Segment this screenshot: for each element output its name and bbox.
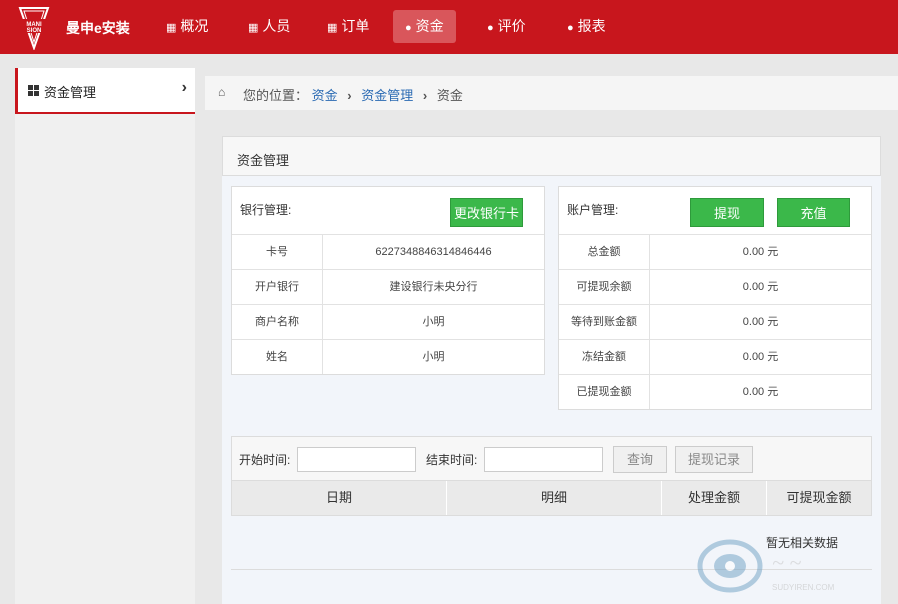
bank-value-merchant: 小明: [422, 316, 445, 328]
account-box-title: 账户管理:: [567, 203, 619, 217]
table-row: 已提现金额 0.00 元: [559, 375, 871, 410]
bank-label-card-no: 卡号: [232, 235, 323, 269]
withdraw-button[interactable]: 提现: [690, 198, 764, 227]
nav-staff-label: 人员: [262, 18, 291, 34]
account-value-frozen: 0.00 元: [742, 351, 779, 363]
breadcrumb-funds[interactable]: 资金: [312, 88, 338, 103]
nav-staff[interactable]: ▦ 人员: [236, 10, 302, 43]
change-bank-card-button[interactable]: 更改银行卡: [450, 198, 523, 227]
account-label-frozen: 冻结金额: [559, 340, 650, 374]
watermark-logo: ~ ~ SUDYIREN.COM: [697, 539, 835, 593]
nav-reports[interactable]: ● 报表: [555, 10, 618, 43]
nav-orders-label: 订单: [341, 18, 370, 34]
bank-table: 卡号 6227348846314846446 开户银行 建设银行未央分行 商户名…: [232, 235, 544, 374]
withdraw-records-button[interactable]: 提现记录: [675, 446, 753, 473]
nav-reviews[interactable]: ● 评价: [475, 10, 538, 43]
chevron-right-icon: ›: [347, 88, 352, 103]
chevron-right-icon: ›: [181, 79, 187, 96]
query-toolbar: 开始时间: 结束时间: 查询 提现记录: [232, 437, 871, 481]
panel-header: 资金管理: [222, 136, 881, 176]
bank-value-name: 小明: [422, 351, 445, 363]
nav-reports-label: 报表: [577, 18, 606, 34]
table-row: 可提现余额 0.00 元: [559, 270, 871, 305]
brand-logo[interactable]: MANI SION: [18, 6, 50, 50]
svg-text:SION: SION: [27, 28, 42, 34]
column-detail: 明细: [447, 481, 662, 515]
panel-title: 资金管理: [237, 153, 290, 168]
nav-funds[interactable]: ● 资金: [393, 10, 456, 43]
table-row: 开户银行 建设银行未央分行: [232, 270, 544, 305]
brand-name[interactable]: 曼申e安装: [66, 18, 130, 38]
breadcrumb-fund-management[interactable]: 资金管理: [361, 88, 413, 103]
end-time-label: 结束时间:: [426, 453, 478, 467]
table-row: 等待到账金额 0.00 元: [559, 305, 871, 340]
account-label-pending: 等待到账金额: [559, 305, 650, 339]
table-row: 姓名 小明: [232, 340, 544, 375]
column-processed-amount: 处理金额: [662, 481, 767, 515]
account-label-withdrawable: 可提现余额: [559, 270, 650, 304]
bank-box-title: 银行管理:: [240, 203, 292, 217]
sidebar: 资金管理 ›: [15, 68, 195, 604]
home-icon[interactable]: ⌂: [218, 85, 225, 99]
account-management-box: 账户管理: 提现 充值 总金额 0.00 元 可提现余额 0.00 元 等待到账…: [558, 186, 872, 410]
breadcrumb-current: 资金: [436, 88, 463, 103]
bank-value-card-no: 6227348846314846446: [375, 246, 492, 258]
bank-label-name: 姓名: [232, 340, 323, 374]
comments-icon: ●: [487, 22, 494, 34]
table-row: 商户名称 小明: [232, 305, 544, 340]
account-box-header: 账户管理: 提现 充值: [559, 187, 871, 235]
account-label-total: 总金额: [559, 235, 650, 269]
top-navbar: MANI SION 曼申e安装 ▦ 概况 ▦ 人员 ▦ 订单 ● 资金 ● 评价 ● 报表: [0, 0, 898, 54]
table-row: 冻结金额 0.00 元: [559, 340, 871, 375]
recharge-button[interactable]: 充值: [777, 198, 850, 227]
start-time-label: 开始时间:: [239, 453, 291, 467]
comments-icon: ●: [405, 22, 412, 34]
nav-funds-label: 资金: [415, 18, 444, 34]
svg-text:~ ~: ~ ~: [772, 550, 801, 575]
nav-overview-label: 概况: [180, 18, 209, 34]
records-table-header: 日期 明细 处理金额 可提现金额: [232, 481, 871, 515]
breadcrumb-prefix: 您的位置：: [243, 88, 309, 103]
watermark-text: SUDYIREN.COM: [772, 583, 835, 592]
table-row: 总金额 0.00 元: [559, 235, 871, 270]
table-icon: ▦: [166, 22, 177, 34]
bank-value-bank: 建设银行未央分行: [389, 281, 478, 293]
column-withdrawable-amount: 可提现金额: [786, 490, 852, 505]
start-time-input[interactable]: [297, 447, 416, 472]
account-value-withdrawn: 0.00 元: [742, 386, 779, 398]
sidebar-item-label: 资金管理: [44, 85, 97, 100]
nav-reviews-label: 评价: [497, 18, 526, 34]
bank-management-box: 银行管理: 更改银行卡 卡号 6227348846314846446 开户银行 …: [231, 186, 545, 375]
account-value-total: 0.00 元: [742, 246, 779, 258]
bank-label-bank: 开户银行: [232, 270, 323, 304]
nav-orders[interactable]: ▦ 订单: [315, 10, 381, 43]
account-value-withdrawable: 0.00 元: [742, 281, 779, 293]
sidebar-item-fund-management[interactable]: 资金管理 ›: [15, 68, 195, 114]
bank-box-header: 银行管理: 更改银行卡: [232, 187, 544, 235]
end-time-input[interactable]: [484, 447, 603, 472]
account-table: 总金额 0.00 元 可提现余额 0.00 元 等待到账金额 0.00 元 冻结…: [559, 235, 871, 409]
table-row: 卡号 6227348846314846446: [232, 235, 544, 270]
account-label-withdrawn: 已提现金额: [559, 375, 650, 409]
main-content: ⌂ 您的位置： 资金 › 资金管理 › 资金 资金管理 银行管理: 更改银行卡 …: [205, 76, 898, 604]
chevron-right-icon: ›: [422, 88, 428, 103]
bank-label-merchant: 商户名称: [232, 305, 323, 339]
nav-overview[interactable]: ▦ 概况: [154, 10, 220, 43]
comments-icon: ●: [567, 22, 574, 34]
column-date: 日期: [232, 481, 447, 515]
breadcrumb: ⌂ 您的位置： 资金 › 资金管理 › 资金: [205, 76, 898, 110]
search-button[interactable]: 查询: [613, 446, 667, 473]
grid-icon: ▦: [248, 22, 259, 34]
grid-icon: ▦: [327, 22, 338, 34]
grid-icon: [28, 85, 39, 96]
withdraw-query-box: 开始时间: 结束时间: 查询 提现记录 日期 明细 处理金额 可提现金额: [231, 436, 872, 516]
fund-panel: 资金管理 银行管理: 更改银行卡 卡号 6227348846314846446 …: [222, 136, 881, 604]
account-value-pending: 0.00 元: [742, 316, 779, 328]
